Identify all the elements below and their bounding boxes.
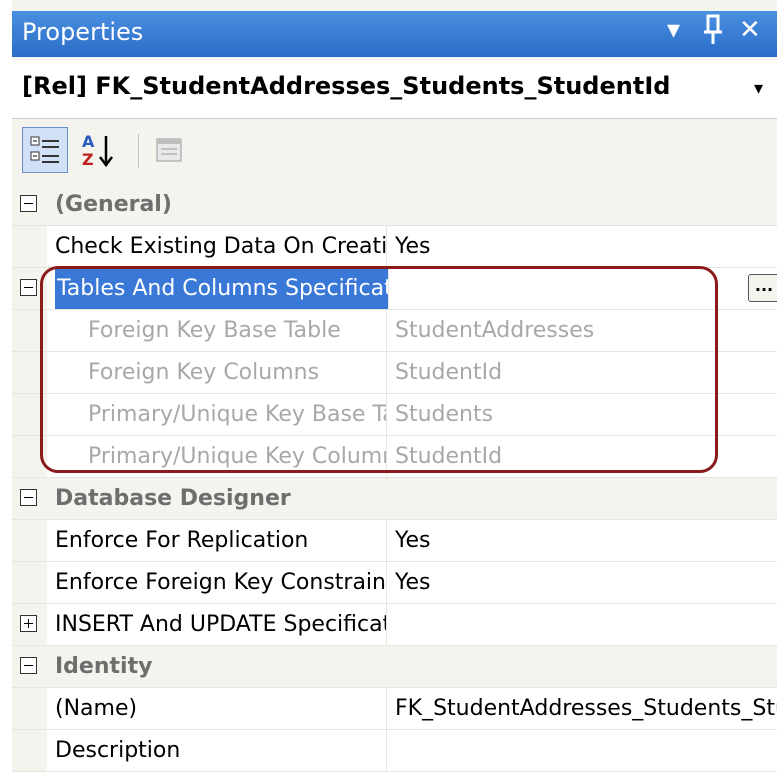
property-pages-button[interactable] xyxy=(146,127,192,173)
property-name: Foreign Key Base Table xyxy=(88,310,387,351)
property-name: Primary/Unique Key Base Table xyxy=(88,394,387,435)
property-row[interactable]: Check Existing Data On Creation Or Re-En… xyxy=(12,226,777,268)
properties-toolbar: A Z xyxy=(12,120,777,182)
collapse-icon[interactable] xyxy=(20,279,37,296)
sub-property-row[interactable]: Foreign Key Base Table StudentAddresses xyxy=(12,310,777,352)
property-name: (Name) xyxy=(55,688,387,729)
property-value[interactable]: Yes xyxy=(395,226,777,267)
property-row[interactable]: Description xyxy=(12,730,777,772)
alphabetical-button[interactable]: A Z xyxy=(76,127,122,173)
property-value[interactable]: FK_StudentAddresses_Students_StudentId xyxy=(395,688,777,729)
categorized-button[interactable] xyxy=(22,127,68,173)
sub-property-row[interactable]: Foreign Key Columns StudentId xyxy=(12,352,777,394)
collapse-icon[interactable] xyxy=(20,195,37,212)
category-label: (General) xyxy=(55,192,172,217)
property-value[interactable] xyxy=(395,730,777,771)
window-title: Properties xyxy=(22,18,144,46)
property-name: INSERT And UPDATE Specification xyxy=(55,604,387,645)
property-row-insert-update[interactable]: INSERT And UPDATE Specification xyxy=(12,604,777,646)
category-identity[interactable]: Identity xyxy=(12,646,777,688)
property-name: Enforce For Replication xyxy=(55,520,387,561)
property-name: Foreign Key Columns xyxy=(88,352,387,393)
property-value[interactable]: Yes xyxy=(395,562,777,603)
property-name: Check Existing Data On Creation Or Re-En… xyxy=(55,226,387,267)
property-row[interactable]: Enforce For Replication Yes xyxy=(12,520,777,562)
toolbar-separator xyxy=(138,134,139,168)
property-value: StudentId xyxy=(395,444,503,469)
window-position-dropdown-icon[interactable]: ▾ xyxy=(667,15,680,45)
property-value: Students xyxy=(395,402,494,427)
svg-text:Z: Z xyxy=(82,150,94,169)
property-name: Description xyxy=(55,730,387,771)
property-row-tables-and-columns[interactable]: Tables And Columns Specification ... xyxy=(12,268,777,310)
collapse-icon[interactable] xyxy=(20,657,37,674)
category-general[interactable]: (General) xyxy=(12,184,777,226)
category-database-designer[interactable]: Database Designer xyxy=(12,478,777,520)
property-value[interactable] xyxy=(395,268,777,309)
collapse-icon[interactable] xyxy=(20,489,37,506)
property-name: Primary/Unique Key Columns xyxy=(88,436,387,477)
category-label: Identity xyxy=(55,654,153,679)
object-selector-value: [Rel] FK_StudentAddresses_Students_Stude… xyxy=(22,72,671,100)
property-value[interactable]: Yes xyxy=(395,520,777,561)
property-value[interactable] xyxy=(395,604,777,645)
property-grid: (General) Check Existing Data On Creatio… xyxy=(12,184,777,772)
sub-property-row[interactable]: Primary/Unique Key Base Table Students xyxy=(12,394,777,436)
expand-icon[interactable] xyxy=(20,615,37,632)
property-row[interactable]: Enforce Foreign Key Constraint Yes xyxy=(12,562,777,604)
properties-panel: Properties ▾ ✕ [Rel] FK_StudentAddresses… xyxy=(12,0,777,772)
sort-alphabetical-icon: A Z xyxy=(82,132,113,169)
property-value: StudentAddresses xyxy=(395,318,595,343)
close-icon[interactable]: ✕ xyxy=(739,15,761,45)
property-name: Enforce Foreign Key Constraint xyxy=(55,562,387,603)
auto-hide-pin-icon[interactable] xyxy=(702,13,724,54)
property-pages-icon xyxy=(156,138,182,162)
property-row[interactable]: (Name) FK_StudentAddresses_Students_Stud… xyxy=(12,688,777,730)
ellipsis-button[interactable]: ... xyxy=(748,274,777,302)
sub-property-row[interactable]: Primary/Unique Key Columns StudentId xyxy=(12,436,777,478)
title-bar: Properties ▾ ✕ xyxy=(12,11,777,57)
property-value: StudentId xyxy=(395,360,503,385)
categorized-icon xyxy=(30,136,59,163)
property-name: Tables And Columns Specification xyxy=(55,268,389,309)
category-label: Database Designer xyxy=(55,486,291,511)
chevron-down-icon[interactable]: ▾ xyxy=(754,78,763,99)
object-selector[interactable]: [Rel] FK_StudentAddresses_Students_Stude… xyxy=(12,60,777,119)
svg-text:A: A xyxy=(82,132,95,151)
